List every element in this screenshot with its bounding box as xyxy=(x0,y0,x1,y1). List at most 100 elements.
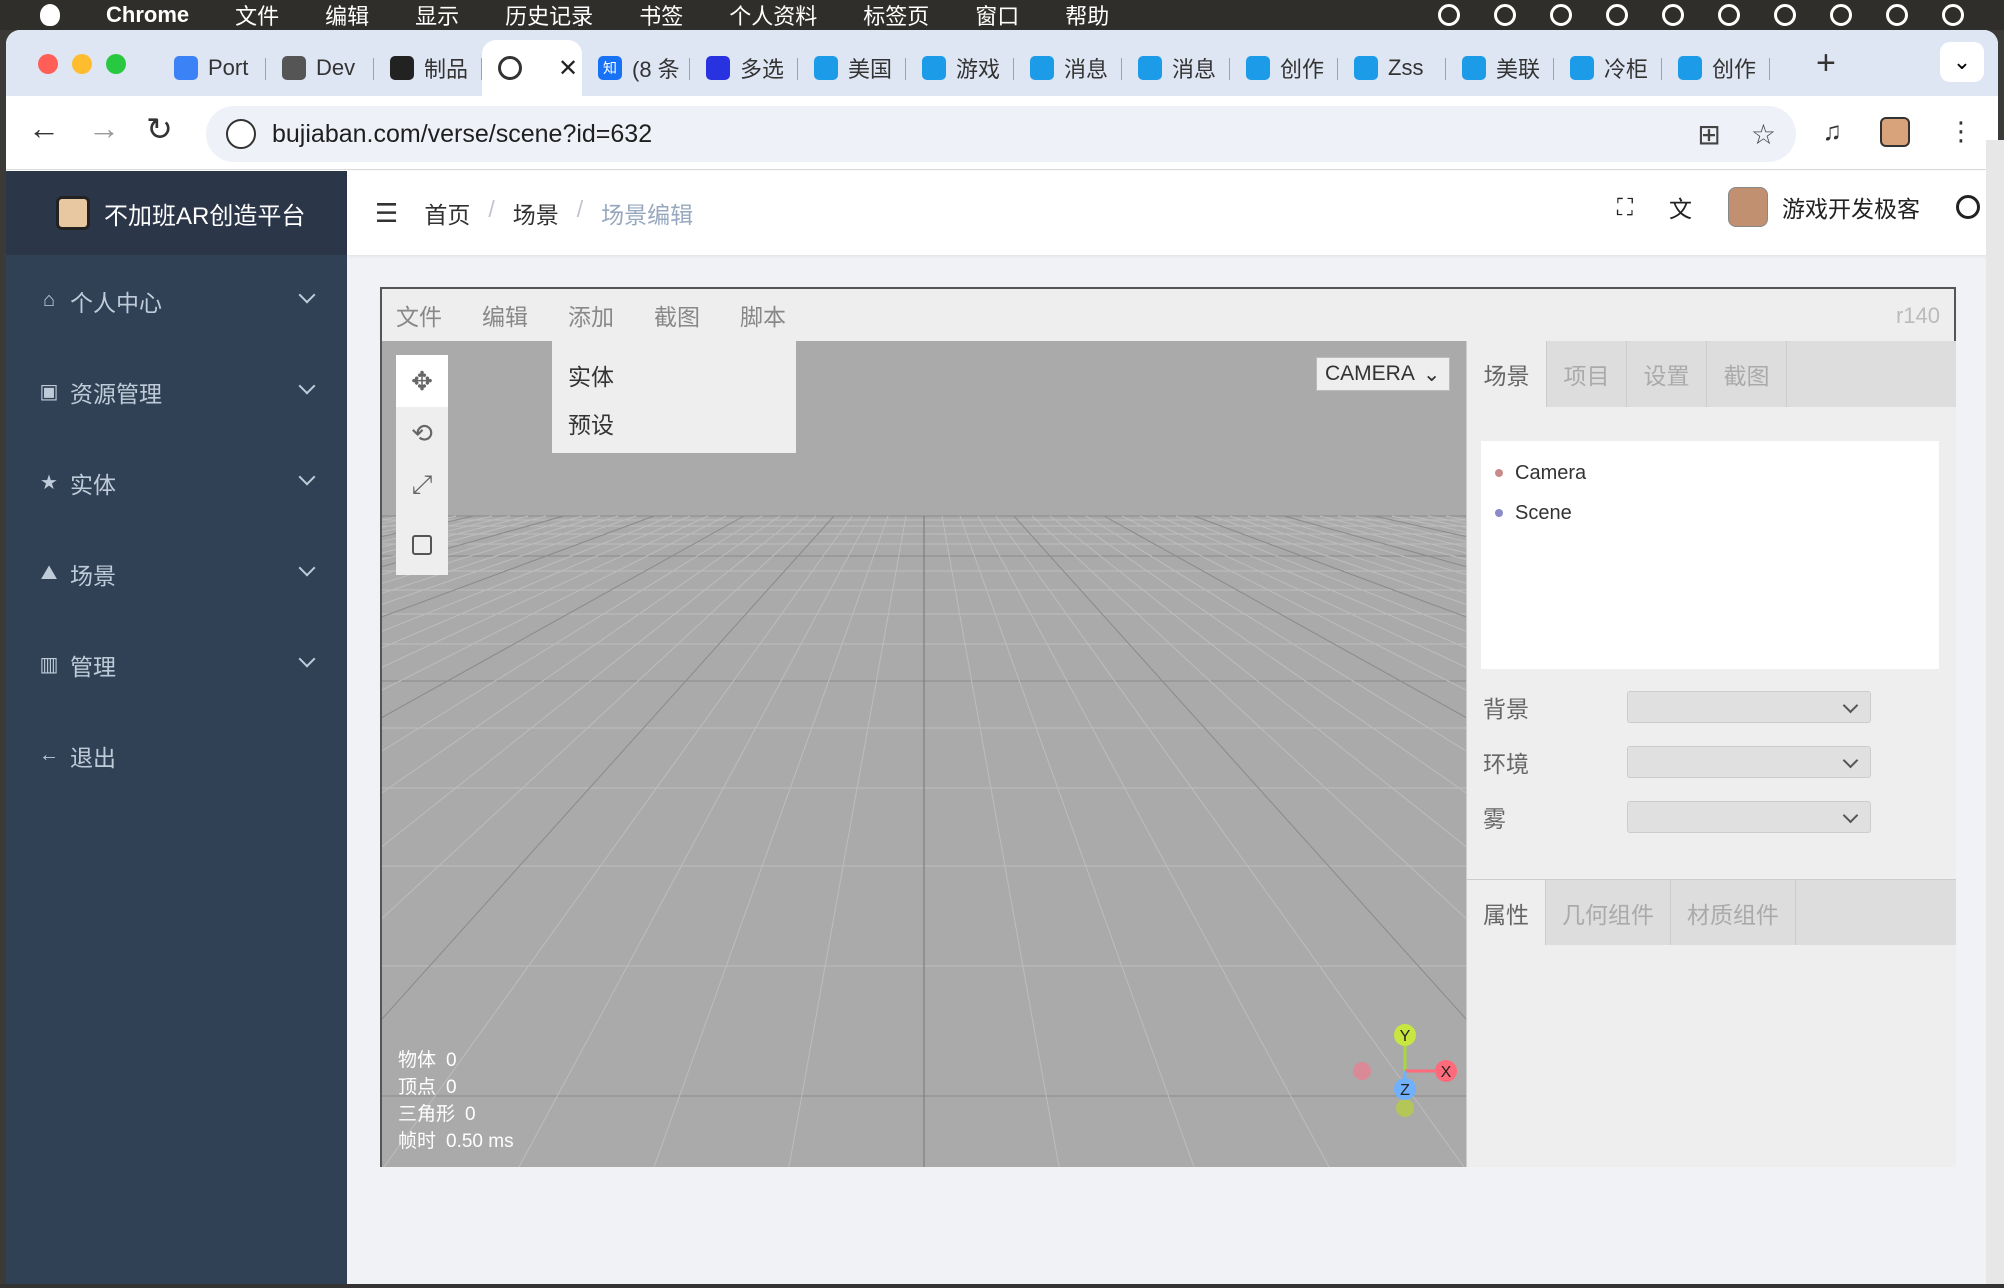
apple-icon[interactable] xyxy=(40,4,60,26)
status-icon[interactable] xyxy=(1942,4,1964,26)
sidebar-item-3[interactable]: ⛰ 场景 xyxy=(6,528,347,619)
status-icon[interactable] xyxy=(1774,4,1796,26)
negative-x-axis-handle[interactable] xyxy=(1353,1062,1371,1080)
status-icon[interactable] xyxy=(1830,4,1852,26)
chevron-down-icon: ⌄ xyxy=(1422,362,1441,386)
breadcrumb-scene[interactable]: 场景 xyxy=(513,196,559,230)
browser-tab[interactable]: Zss xyxy=(1338,40,1446,96)
tab-geometry[interactable]: 几何组件 xyxy=(1546,880,1671,945)
close-tab-icon[interactable]: ✕ xyxy=(558,54,578,83)
collapse-sidebar-icon[interactable]: ☰ xyxy=(375,198,398,229)
browser-tab[interactable]: 游戏 xyxy=(906,40,1014,96)
menu-history[interactable]: 历史记录 xyxy=(505,0,593,30)
status-icon[interactable] xyxy=(1494,4,1516,26)
browser-tab[interactable]: 多选 xyxy=(690,40,798,96)
tab-properties[interactable]: 属性 xyxy=(1467,880,1546,945)
rotate-tool-button[interactable]: ⟲ xyxy=(396,407,448,459)
status-icon[interactable] xyxy=(1550,4,1572,26)
menu-window[interactable]: 窗口 xyxy=(975,0,1019,30)
outliner-item-camera[interactable]: Camera xyxy=(1481,453,1939,493)
menu-tabs[interactable]: 标签页 xyxy=(863,0,929,30)
new-tab-button[interactable]: + xyxy=(1816,44,1836,83)
outliner-item-scene[interactable]: Scene xyxy=(1481,493,1939,533)
fog-select[interactable] xyxy=(1627,801,1871,833)
tab-project[interactable]: 项目 xyxy=(1547,341,1627,407)
environment-select[interactable] xyxy=(1627,746,1871,778)
forward-button[interactable]: → xyxy=(88,110,120,147)
close-window-button[interactable] xyxy=(38,54,58,74)
browser-tab[interactable]: Dev xyxy=(266,40,374,96)
sidebar-item-2[interactable]: ★ 实体 xyxy=(6,437,347,528)
menu-file[interactable]: 文件 xyxy=(235,0,279,30)
translate-tool-button[interactable]: ✥ xyxy=(396,355,448,407)
sidebar-item-5[interactable]: ← 退出 xyxy=(6,710,347,801)
menu-help[interactable]: 帮助 xyxy=(1065,0,1109,30)
axis-view-helper[interactable]: Y X Z xyxy=(1322,1011,1462,1131)
browser-tab[interactable]: 创作 xyxy=(1662,40,1770,96)
scene-outliner[interactable]: Camera Scene xyxy=(1481,441,1939,669)
sidebar: 不加班AR创造平台 ⌂ 个人中心 ▣ 资源管理 ★ 实体 ⛰ 场景 ▥ 管理 ← 退出 xyxy=(6,171,347,1284)
status-icon[interactable] xyxy=(1718,4,1740,26)
site-info-icon[interactable] xyxy=(226,119,256,149)
3d-viewport[interactable]: ✥ ⟲ ⤢ CAMERA ⌄ 物体 0 顶点 0 三角形 0 帧时 0.50 ms xyxy=(382,341,1466,1167)
status-icon[interactable] xyxy=(1886,4,1908,26)
browser-tab[interactable]: 消息 xyxy=(1014,40,1122,96)
status-icon[interactable] xyxy=(1606,4,1628,26)
settings-gear-icon[interactable] xyxy=(1956,195,1980,219)
sidebar-item-1[interactable]: ▣ 资源管理 xyxy=(6,346,347,437)
media-control-icon[interactable]: ♫ xyxy=(1823,116,1843,147)
browser-tab[interactable]: Port xyxy=(158,40,266,96)
sidebar-item-4[interactable]: ▥ 管理 xyxy=(6,619,347,710)
editor-menu-script[interactable]: 脚本 xyxy=(740,298,786,332)
menu-edit[interactable]: 编辑 xyxy=(325,0,369,30)
background-select[interactable] xyxy=(1627,691,1871,723)
translate-icon[interactable]: ⊞ xyxy=(1697,118,1720,151)
tab-settings[interactable]: 设置 xyxy=(1627,341,1707,407)
zoom-window-button[interactable] xyxy=(106,54,126,74)
reload-button[interactable]: ↻ xyxy=(146,110,173,148)
breadcrumb-home[interactable]: 首页 xyxy=(424,196,470,230)
browser-tab[interactable]: 知 (8 条 xyxy=(582,40,690,96)
tab-scene[interactable]: 场景 xyxy=(1467,341,1547,407)
user-name[interactable]: 游戏开发极客 xyxy=(1782,190,1920,224)
status-icon[interactable] xyxy=(1438,4,1460,26)
tab-screenshot[interactable]: 截图 xyxy=(1707,341,1787,407)
profile-avatar[interactable] xyxy=(1880,116,1910,147)
browser-tab[interactable]: 美联 xyxy=(1446,40,1554,96)
editor-menu-add[interactable]: 添加 xyxy=(568,298,614,332)
editor-menu-edit[interactable]: 编辑 xyxy=(482,298,528,332)
url-text[interactable]: bujiaban.com/verse/scene?id=632 xyxy=(272,120,652,149)
add-menu-entity[interactable]: 实体 xyxy=(552,351,796,399)
app-logo[interactable]: 不加班AR创造平台 xyxy=(6,171,347,255)
browser-tab[interactable]: 创作 xyxy=(1230,40,1338,96)
minimize-window-button[interactable] xyxy=(72,54,92,74)
address-bar[interactable]: bujiaban.com/verse/scene?id=632 ⊞ ☆ xyxy=(206,106,1796,162)
user-avatar[interactable] xyxy=(1728,187,1768,227)
menu-profiles[interactable]: 个人资料 xyxy=(729,0,817,30)
camera-select[interactable]: CAMERA ⌄ xyxy=(1316,357,1450,391)
menu-bookmarks[interactable]: 书签 xyxy=(639,0,683,30)
tab-active[interactable]: ✕ xyxy=(482,40,582,96)
menu-view[interactable]: 显示 xyxy=(415,0,459,30)
language-icon[interactable]: 文 xyxy=(1669,190,1692,224)
fullscreen-icon[interactable]: ⛶ xyxy=(1617,194,1633,221)
browser-tab[interactable]: 美国 xyxy=(798,40,906,96)
browser-tab[interactable]: 消息 xyxy=(1122,40,1230,96)
editor-menu-file[interactable]: 文件 xyxy=(396,298,442,332)
bookmark-star-icon[interactable]: ☆ xyxy=(1751,118,1776,151)
local-space-checkbox[interactable] xyxy=(396,519,448,571)
tab-search-button[interactable]: ⌄ xyxy=(1940,42,1984,82)
sidebar-item-0[interactable]: ⌂ 个人中心 xyxy=(6,255,347,346)
browser-tab[interactable]: 制品 xyxy=(374,40,482,96)
more-menu-icon[interactable]: ⋮ xyxy=(1948,116,1974,147)
editor-menu-screenshot[interactable]: 截图 xyxy=(654,298,700,332)
app-menu[interactable]: Chrome xyxy=(106,2,189,28)
browser-tab[interactable]: 冷柜 xyxy=(1554,40,1662,96)
devtools-icon xyxy=(282,56,306,80)
tab-material[interactable]: 材质组件 xyxy=(1671,880,1796,945)
back-button[interactable]: ← xyxy=(28,110,60,147)
scale-tool-button[interactable]: ⤢ xyxy=(396,459,448,511)
status-icon[interactable] xyxy=(1662,4,1684,26)
add-menu-preset[interactable]: 预设 xyxy=(552,399,796,447)
negative-y-axis-handle[interactable] xyxy=(1396,1099,1414,1117)
